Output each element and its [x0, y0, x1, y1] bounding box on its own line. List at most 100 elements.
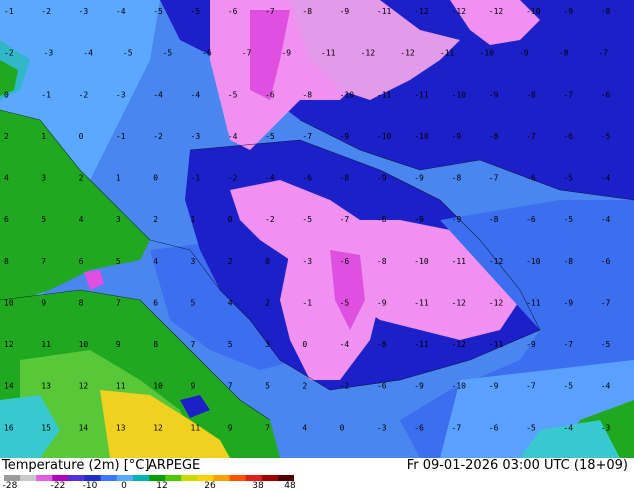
grid-value-label: -8 [489, 215, 499, 224]
grid-value-label: -5 [563, 215, 573, 224]
grid-value-label: -8 [563, 257, 573, 266]
grid-value-label: -12 [414, 7, 429, 16]
grid-value-label: -7 [489, 174, 499, 183]
grid-value-label: 5 [265, 382, 270, 391]
grid-value-label: 2 [4, 132, 9, 141]
grid-value-label: -7 [302, 132, 312, 141]
grid-value-label: -1 [4, 7, 14, 16]
grid-value-label: 0 [79, 132, 84, 141]
field-title: Temperature (2m) [°C] [2, 458, 149, 473]
grid-value-label: -11 [452, 257, 467, 266]
grid-value-label: -9 [452, 132, 462, 141]
grid-value-label: -9 [340, 7, 350, 16]
grid-value-label: -6 [202, 49, 212, 58]
grid-value-label: -12 [452, 340, 467, 349]
grid-value-label: 4 [4, 174, 9, 183]
grid-value-label: 13 [41, 382, 51, 391]
grid-value-label: 2 [265, 299, 270, 308]
grid-value-label: -5 [228, 90, 238, 99]
grid-value-label: -11 [321, 49, 336, 58]
grid-value-label: -9 [414, 174, 424, 183]
grid-value-label: 2 [79, 174, 84, 183]
grid-value-label: -6 [340, 257, 350, 266]
grid-value-label: 10 [153, 382, 163, 391]
grid-value-label: 15 [41, 423, 51, 432]
grid-value-label: -1 [116, 132, 126, 141]
grid-value-label: 0 [4, 90, 9, 99]
grid-value-label: -12 [489, 7, 504, 16]
grid-value-label: -10 [340, 90, 355, 99]
grid-value-label: -4 [191, 90, 201, 99]
grid-value-label: -11 [414, 90, 429, 99]
grid-value-label: -10 [526, 7, 541, 16]
grid-value-label: -5 [191, 7, 201, 16]
grid-value-label: -6 [377, 382, 387, 391]
grid-value-label: -4 [83, 49, 93, 58]
grid-value-label: 7 [116, 299, 121, 308]
grid-value-label: 1 [116, 174, 121, 183]
map-footer: Temperature (2m) [°C] ARPEGE Fr 09-01-20… [0, 458, 634, 491]
grid-value-label: -9 [377, 174, 387, 183]
grid-value-label: 3 [41, 174, 46, 183]
grid-value-label: 8 [79, 299, 84, 308]
grid-value-label: -4 [601, 174, 611, 183]
grid-value-label: -5 [526, 423, 536, 432]
validity-time: Fr 09-01-2026 03:00 UTC (18+09) [406, 458, 628, 473]
grid-value-label: -8 [452, 174, 462, 183]
grid-value-label: 10 [4, 299, 14, 308]
grid-value-label: -6 [601, 257, 611, 266]
grid-value-label: -7 [452, 423, 462, 432]
grid-value-label: -9 [414, 215, 424, 224]
grid-value-label: -9 [452, 215, 462, 224]
grid-value-label: -7 [526, 132, 536, 141]
grid-value-label: 11 [41, 340, 51, 349]
grid-value-label: -8 [377, 257, 387, 266]
grid-value-label: 6 [4, 215, 9, 224]
grid-value-label: 0 [228, 215, 233, 224]
grid-value-label: -4 [116, 7, 126, 16]
grid-value-label: 3 [116, 215, 121, 224]
grid-value-label: -2 [41, 7, 51, 16]
grid-value-label: 4 [302, 423, 307, 432]
grid-value-label: 3 [191, 257, 196, 266]
grid-value-label: 4 [79, 215, 84, 224]
grid-value-label: -11 [377, 7, 392, 16]
grid-value-label: -4 [265, 174, 275, 183]
grid-value-label: 5 [41, 215, 46, 224]
grid-value-label: -8 [526, 90, 536, 99]
grid-value-label: 14 [79, 423, 89, 432]
grid-value-label: -11 [414, 340, 429, 349]
grid-value-label: -10 [377, 132, 392, 141]
grid-value-label: -4 [340, 340, 350, 349]
grid-value-label: 6 [79, 257, 84, 266]
grid-value-label: -3 [79, 7, 89, 16]
grid-value-label: -10 [526, 257, 541, 266]
grid-value-label: -8 [489, 132, 499, 141]
grid-value-label: -9 [563, 7, 573, 16]
grid-value-label: 10 [79, 340, 89, 349]
grid-value-label: 7 [265, 423, 270, 432]
grid-value-label: 11 [191, 423, 201, 432]
grid-value-label: 0 [265, 257, 270, 266]
grid-value-label: -8 [340, 174, 350, 183]
grid-value-label: 9 [116, 340, 121, 349]
grid-value-label: -5 [563, 174, 573, 183]
grid-value-label: -8 [559, 49, 569, 58]
grid-value-label: -2 [228, 174, 238, 183]
grid-value-label: -11 [414, 299, 429, 308]
temperature-map: -1 -2 -3 -4 -5 -5 -6 -7 -8 -9 -11 -12 -12 -12 -10 -9 -8-… [0, 0, 634, 458]
grid-value-label: -5 [153, 7, 163, 16]
grid-value-label: -3 [191, 132, 201, 141]
grid-value-label: -6 [414, 423, 424, 432]
grid-value-label: -3 [116, 90, 126, 99]
grid-value-label: 4 [153, 257, 158, 266]
grid-value-label: -6 [302, 174, 312, 183]
grid-value-label: -4 [601, 382, 611, 391]
grid-value-label: -11 [526, 299, 541, 308]
model-name: ARPEGE [148, 458, 201, 473]
grid-value-label: -6 [489, 423, 499, 432]
grid-value-label: 5 [116, 257, 121, 266]
grid-value-label: -5 [302, 215, 312, 224]
grid-value-label: -9 [281, 49, 291, 58]
grid-value-label: 8 [4, 257, 9, 266]
